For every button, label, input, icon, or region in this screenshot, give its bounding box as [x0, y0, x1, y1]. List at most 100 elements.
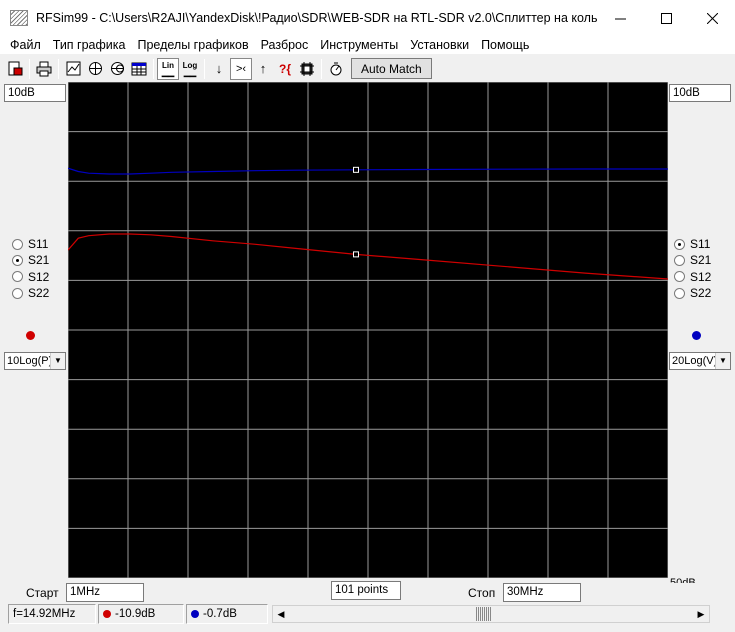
red-dot-icon: [103, 610, 111, 618]
close-icon: [706, 12, 718, 24]
radio-button-icon[interactable]: [674, 271, 685, 283]
table-button[interactable]: [128, 58, 150, 80]
radio-s22[interactable]: S22: [12, 285, 49, 301]
title-bar: RFSim99 - C:\Users\R2AJI\YandexDisk\!Рад…: [0, 0, 735, 36]
left-format-select[interactable]: 10Log(P) ▼: [4, 352, 66, 370]
radio-s11[interactable]: S11: [674, 236, 711, 252]
polar-graph-button[interactable]: [84, 58, 106, 80]
close-button[interactable]: [689, 0, 735, 36]
menu-graph-limits[interactable]: Пределы графиков: [131, 38, 254, 52]
tune-button[interactable]: [325, 58, 347, 80]
radio-label: S21: [28, 253, 50, 268]
polar-graph-icon: [88, 62, 102, 75]
radio-label: S22: [28, 286, 50, 301]
marker-down-button[interactable]: ↓: [208, 58, 230, 80]
radio-button-icon[interactable]: [12, 287, 23, 299]
arrow-up-icon: ↑: [259, 61, 267, 76]
radio-button-icon[interactable]: [674, 254, 685, 266]
right-param-radio-group: S11 S21 S12 S22: [674, 236, 711, 301]
frequency-scrollbar[interactable]: ◀ ▶: [272, 605, 710, 623]
radio-label: S22: [690, 286, 712, 301]
radio-button-icon[interactable]: [674, 238, 685, 250]
scrollbar-thumb[interactable]: [476, 607, 492, 621]
radio-s21[interactable]: S21: [674, 252, 711, 268]
radio-s21[interactable]: S21: [12, 252, 49, 268]
status-frequency-value: f=14.92MHz: [13, 608, 76, 620]
blue-trace-marker[interactable]: [353, 166, 359, 173]
status-red-value: -10.9dB: [115, 608, 156, 620]
status-blue-trace: -0.7dB: [186, 604, 268, 624]
left-scale-input[interactable]: 10dB: [4, 84, 66, 102]
smith-chart-icon: [110, 62, 124, 75]
question-button[interactable]: ?{: [274, 58, 296, 80]
rect-graph-icon: [66, 61, 80, 76]
export-button[interactable]: [4, 58, 26, 80]
chip-button[interactable]: [296, 58, 318, 80]
menu-file[interactable]: Файл: [4, 38, 47, 52]
radio-button-icon[interactable]: [674, 287, 685, 299]
right-scale-input[interactable]: 10dB: [669, 84, 731, 102]
zoom-fit-icon: >‹: [235, 62, 247, 75]
radio-s22[interactable]: S22: [674, 285, 711, 301]
scroll-left-icon[interactable]: ◀: [273, 606, 289, 622]
window-title: RFSim99 - C:\Users\R2AJI\YandexDisk\!Рад…: [36, 11, 597, 25]
app-icon: [10, 10, 28, 26]
smith-chart-button[interactable]: [106, 58, 128, 80]
menu-graph-type[interactable]: Тип графика: [47, 38, 132, 52]
start-label: Старт: [26, 586, 59, 600]
red-trace-marker[interactable]: [353, 251, 359, 258]
radio-s11[interactable]: S11: [12, 236, 49, 252]
toolbar-separator: [29, 58, 30, 79]
arrow-down-icon: ↓: [215, 61, 223, 76]
status-frequency: f=14.92MHz: [8, 604, 96, 624]
menu-spread[interactable]: Разброс: [255, 38, 315, 52]
left-param-radio-group: S11 S21 S12 S22: [12, 236, 49, 301]
right-format-select[interactable]: 20Log(V) ▼: [669, 352, 731, 370]
radio-s12[interactable]: S12: [12, 269, 49, 285]
radio-button-icon[interactable]: [12, 271, 23, 283]
stop-frequency-input[interactable]: 30MHz: [503, 583, 581, 602]
export-icon: [8, 61, 23, 75]
menu-tools[interactable]: Инструменты: [314, 38, 404, 52]
zoom-fit-button[interactable]: >‹: [230, 57, 252, 80]
graph-svg: [68, 82, 668, 578]
maximize-button[interactable]: [643, 0, 689, 36]
auto-match-button[interactable]: Auto Match: [351, 58, 432, 79]
chevron-down-icon[interactable]: ▼: [50, 353, 65, 369]
stop-label: Стоп: [468, 586, 496, 600]
toolbar-separator: [204, 58, 205, 79]
chip-icon: [300, 61, 314, 76]
menu-help[interactable]: Помощь: [475, 38, 535, 52]
plot-area[interactable]: [68, 82, 668, 578]
right-trace-color-dot: [692, 331, 701, 340]
marker-up-button[interactable]: ↑: [252, 58, 274, 80]
radio-label: S11: [690, 237, 711, 252]
linear-scale-button[interactable]: Lin ▁▁: [157, 57, 179, 80]
right-trace-panel: 10dB S11 S21 S12 S22 20Log(V) ▼ 50dB: [668, 82, 735, 583]
print-icon: [36, 61, 52, 76]
radio-button-icon[interactable]: [12, 254, 23, 266]
start-frequency-input[interactable]: 1MHz: [66, 583, 144, 602]
rect-graph-button[interactable]: [62, 58, 84, 80]
radio-s12[interactable]: S12: [674, 269, 711, 285]
radio-button-icon[interactable]: [12, 238, 23, 250]
toolbar-separator: [58, 58, 59, 79]
table-icon: [131, 62, 147, 75]
points-input[interactable]: 101 points: [331, 581, 401, 600]
toolbar-separator: [321, 58, 322, 79]
chevron-down-icon[interactable]: ▼: [715, 353, 730, 369]
log-scale-icon: ▁▁: [183, 67, 197, 77]
scroll-right-icon[interactable]: ▶: [693, 606, 709, 622]
frequency-controls: Старт 1MHz 101 points Стоп 30MHz: [0, 580, 735, 604]
log-scale-button[interactable]: Log ▁▁: [179, 58, 201, 80]
print-button[interactable]: [33, 58, 55, 80]
left-trace-panel: 10dB S11 S21 S12 S22 10Log(P) ▼: [0, 82, 68, 578]
left-trace-color-dot: [26, 331, 35, 340]
status-bar: f=14.92MHz -10.9dB -0.7dB ◀ ▶: [0, 604, 735, 626]
radio-label: S12: [690, 269, 712, 284]
toolbar: Lin ▁▁ Log ▁▁ ↓ >‹ ↑ ?{ Auto Match: [0, 56, 735, 81]
blue-dot-icon: [191, 610, 199, 618]
status-red-trace: -10.9dB: [98, 604, 184, 624]
menu-settings[interactable]: Установки: [404, 38, 475, 52]
minimize-button[interactable]: [597, 0, 643, 36]
